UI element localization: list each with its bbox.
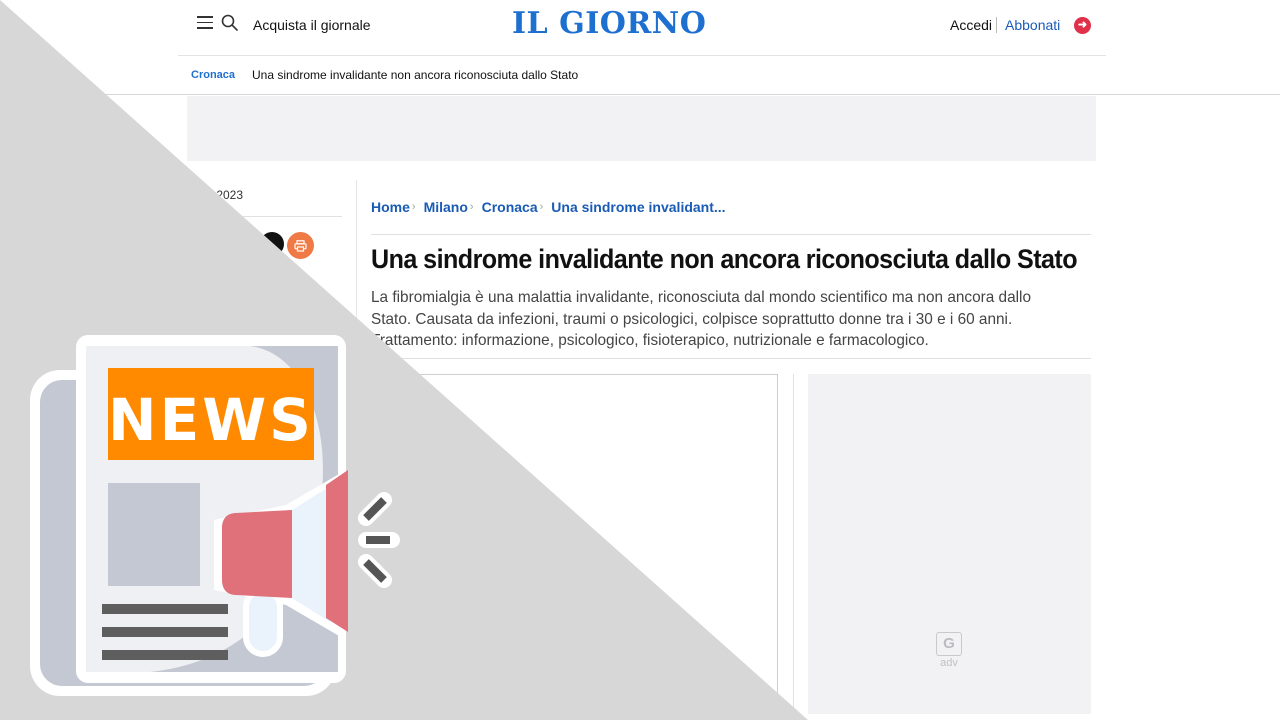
article-headline: Una sindrome invalidante non ancora rico… bbox=[371, 244, 1078, 274]
chevron-right-icon: › bbox=[469, 201, 474, 213]
buy-newspaper-link[interactable]: Acquista il giornale bbox=[253, 17, 371, 33]
header-divider bbox=[996, 17, 997, 33]
menu-icon[interactable] bbox=[197, 16, 213, 30]
breadcrumb-current[interactable]: Una sindrome invalidant... bbox=[551, 199, 725, 216]
article-meta-column: y 2023 bbox=[187, 180, 357, 720]
section-link[interactable]: Cronaca bbox=[191, 69, 235, 81]
article-media bbox=[371, 374, 778, 720]
ad-badge: G bbox=[936, 632, 962, 656]
login-link[interactable]: Accedi bbox=[950, 17, 992, 33]
top-ad-banner bbox=[187, 96, 1096, 161]
sticky-article-title: Una sindrome invalidante non ancora rico… bbox=[252, 68, 579, 82]
subscribe-link[interactable]: Abbonati bbox=[1005, 17, 1060, 33]
article-date: y 2023 bbox=[207, 188, 244, 202]
divider bbox=[371, 358, 1091, 359]
breadcrumb: Home › Milano › Cronaca › Una sindrome i… bbox=[371, 199, 726, 216]
divider bbox=[371, 234, 1091, 235]
column-divider bbox=[793, 374, 794, 720]
arrow-right-icon[interactable]: ➜ bbox=[1074, 17, 1091, 34]
search-icon[interactable] bbox=[221, 14, 239, 32]
share-icon[interactable] bbox=[260, 232, 284, 256]
site-logo[interactable]: IL GIORNO bbox=[512, 6, 706, 41]
article-summary: La fibromialgia è una malattia invalidan… bbox=[371, 289, 1032, 349]
top-header: Acquista il giornale IL GIORNO Accedi Ab… bbox=[178, 0, 1106, 56]
chevron-right-icon: › bbox=[539, 201, 544, 213]
section-bar: Cronaca Una sindrome invalidante non anc… bbox=[0, 56, 1280, 95]
breadcrumb-milano[interactable]: Milano bbox=[424, 199, 468, 216]
side-ad: G adv bbox=[808, 374, 1091, 714]
print-icon[interactable] bbox=[287, 232, 314, 259]
breadcrumb-cronaca[interactable]: Cronaca bbox=[482, 199, 538, 216]
meta-divider bbox=[187, 216, 342, 217]
breadcrumb-home[interactable]: Home bbox=[371, 199, 410, 216]
ad-label: adv bbox=[940, 657, 958, 669]
chevron-right-icon: › bbox=[411, 201, 416, 213]
